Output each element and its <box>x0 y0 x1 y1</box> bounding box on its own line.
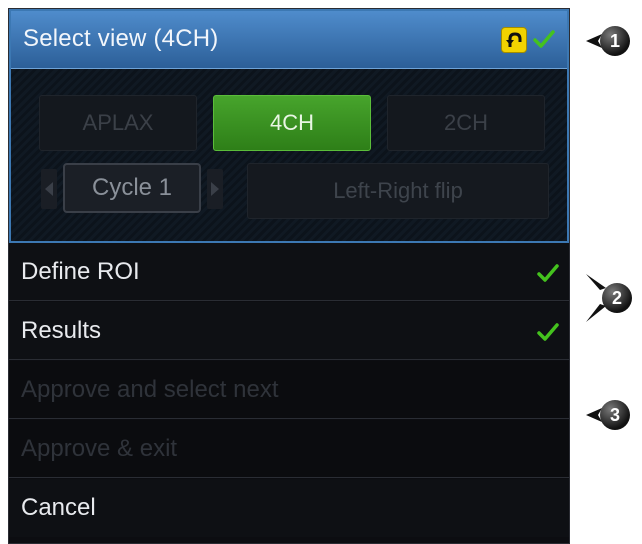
step-label: Results <box>21 317 102 344</box>
callout-3: 3 <box>586 398 642 432</box>
action-label: Approve & exit <box>21 435 178 462</box>
workflow-panel: Select view (4CH) APLAX 4CH 2CH Cycle 1 <box>8 8 570 544</box>
select-view-title: Select view (4CH) <box>23 25 219 52</box>
callout-1: 1 <box>586 24 642 58</box>
view-button-aplax[interactable]: APLAX <box>39 95 197 151</box>
check-icon <box>533 30 555 48</box>
cancel-button[interactable]: Cancel <box>9 479 569 537</box>
action-label: Cancel <box>21 494 96 521</box>
callout-number: 2 <box>602 283 632 313</box>
approve-and-select-next-button[interactable]: Approve and select next <box>9 361 569 419</box>
cycle-value[interactable]: Cycle 1 <box>63 163 201 213</box>
callout-2: 2 <box>586 270 642 326</box>
undo-icon[interactable] <box>501 27 527 53</box>
cycle-selector: Cycle 1 <box>41 163 237 215</box>
callout-number: 1 <box>600 26 630 56</box>
step-define-roi[interactable]: Define ROI <box>9 243 569 301</box>
action-label: Approve and select next <box>21 376 279 403</box>
approve-and-exit-button[interactable]: Approve & exit <box>9 420 569 478</box>
step-label: Define ROI <box>21 258 140 285</box>
cycle-next-button[interactable] <box>207 169 223 209</box>
step-results[interactable]: Results <box>9 302 569 360</box>
select-view-header[interactable]: Select view (4CH) <box>11 11 567 69</box>
check-icon <box>537 323 559 341</box>
view-button-4ch[interactable]: 4CH <box>213 95 371 151</box>
left-right-flip-button[interactable]: Left-Right flip <box>247 163 549 219</box>
select-view-section: Select view (4CH) APLAX 4CH 2CH Cycle 1 <box>9 9 569 243</box>
check-icon <box>537 264 559 282</box>
view-button-2ch[interactable]: 2CH <box>387 95 545 151</box>
callout-number: 3 <box>600 400 630 430</box>
cycle-prev-button[interactable] <box>41 169 57 209</box>
